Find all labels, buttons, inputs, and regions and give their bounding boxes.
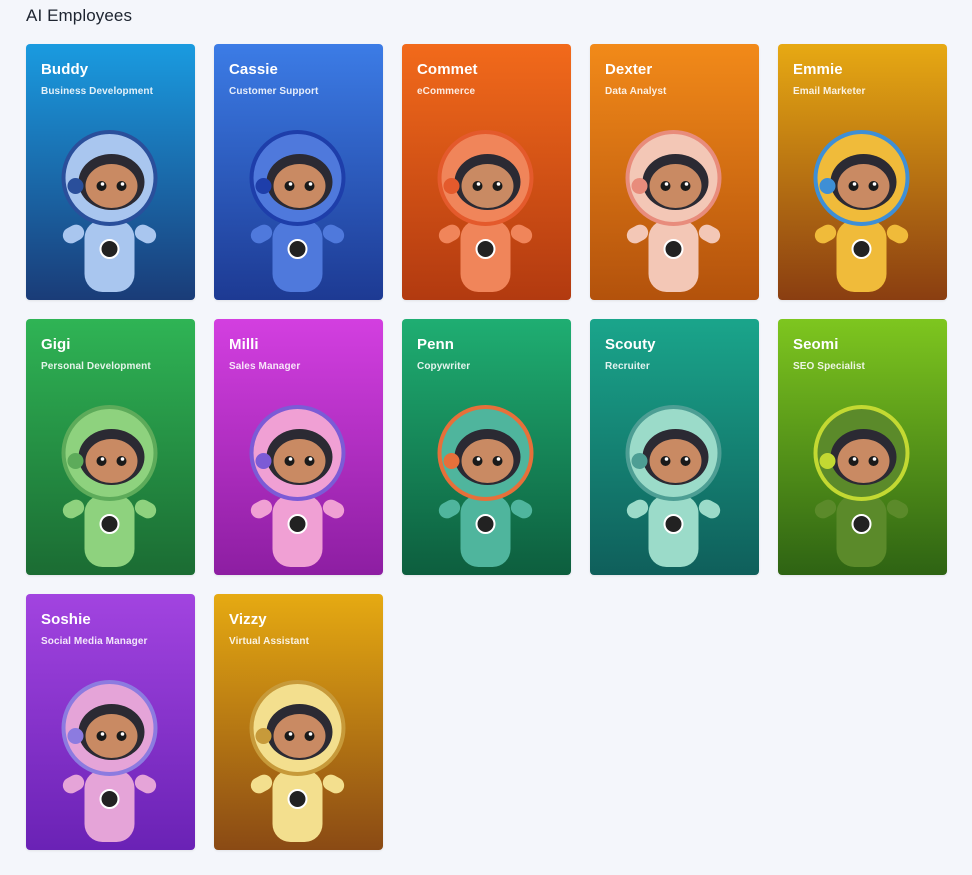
employee-card-penn[interactable]: Penn Copywriter <box>402 319 571 575</box>
employee-role: Business Development <box>41 86 154 97</box>
astronaut-avatar <box>228 116 369 300</box>
astronaut-avatar <box>228 391 369 575</box>
ai-employees-page: AI Employees Buddy Business Development Ca… <box>0 0 972 875</box>
employee-card-seomi[interactable]: Seomi SEO Specialist <box>778 319 947 575</box>
employee-name: Penn <box>417 336 455 353</box>
employee-card-soshie[interactable]: Soshie Social Media Manager <box>26 594 195 850</box>
employee-card-cassie[interactable]: Cassie Customer Support <box>214 44 383 300</box>
astronaut-avatar <box>604 391 745 575</box>
employee-role: Data Analyst <box>605 86 667 97</box>
employee-card-scouty[interactable]: Scouty Recruiter <box>590 319 759 575</box>
employee-role: Sales Manager <box>229 361 301 372</box>
employee-name: Vizzy <box>229 611 267 628</box>
employee-name: Dexter <box>605 61 653 78</box>
employee-card-buddy[interactable]: Buddy Business Development <box>26 44 195 300</box>
employee-role: Copywriter <box>417 361 471 372</box>
employee-role: Virtual Assistant <box>229 636 310 647</box>
employee-card-dexter[interactable]: Dexter Data Analyst <box>590 44 759 300</box>
astronaut-avatar <box>40 391 181 575</box>
employee-name: Soshie <box>41 611 91 628</box>
page-title: AI Employees <box>26 6 133 25</box>
employee-name: Seomi <box>793 336 839 353</box>
astronaut-avatar <box>40 666 181 850</box>
astronaut-avatar <box>604 116 745 300</box>
astronaut-avatar <box>416 391 557 575</box>
employee-name: Commet <box>417 61 478 78</box>
employee-name: Emmie <box>793 61 843 78</box>
employee-name: Gigi <box>41 336 71 353</box>
employee-role: SEO Specialist <box>793 361 865 372</box>
astronaut-avatar <box>416 116 557 300</box>
astronaut-avatar <box>40 116 181 300</box>
employee-card-milli[interactable]: Milli Sales Manager <box>214 319 383 575</box>
employee-role: Email Marketer <box>793 86 866 97</box>
astronaut-avatar <box>228 666 369 850</box>
employee-card-vizzy[interactable]: Vizzy Virtual Assistant <box>214 594 383 850</box>
employee-name: Scouty <box>605 336 656 353</box>
employee-role: Recruiter <box>605 361 650 372</box>
employee-name: Cassie <box>229 61 278 78</box>
astronaut-avatar <box>792 391 933 575</box>
employee-name: Buddy <box>41 61 89 78</box>
employee-card-emmie[interactable]: Emmie Email Marketer <box>778 44 947 300</box>
employee-role: Personal Development <box>41 361 151 372</box>
astronaut-avatar <box>792 116 933 300</box>
employee-role: Customer Support <box>229 86 319 97</box>
employee-name: Milli <box>229 336 259 353</box>
employee-grid: Buddy Business Development Cassie Customer … <box>26 44 947 850</box>
employee-card-commet[interactable]: Commet eCommerce <box>402 44 571 300</box>
employee-role: Social Media Manager <box>41 636 148 647</box>
employee-role: eCommerce <box>417 86 476 97</box>
employee-card-gigi[interactable]: Gigi Personal Development <box>26 319 195 575</box>
